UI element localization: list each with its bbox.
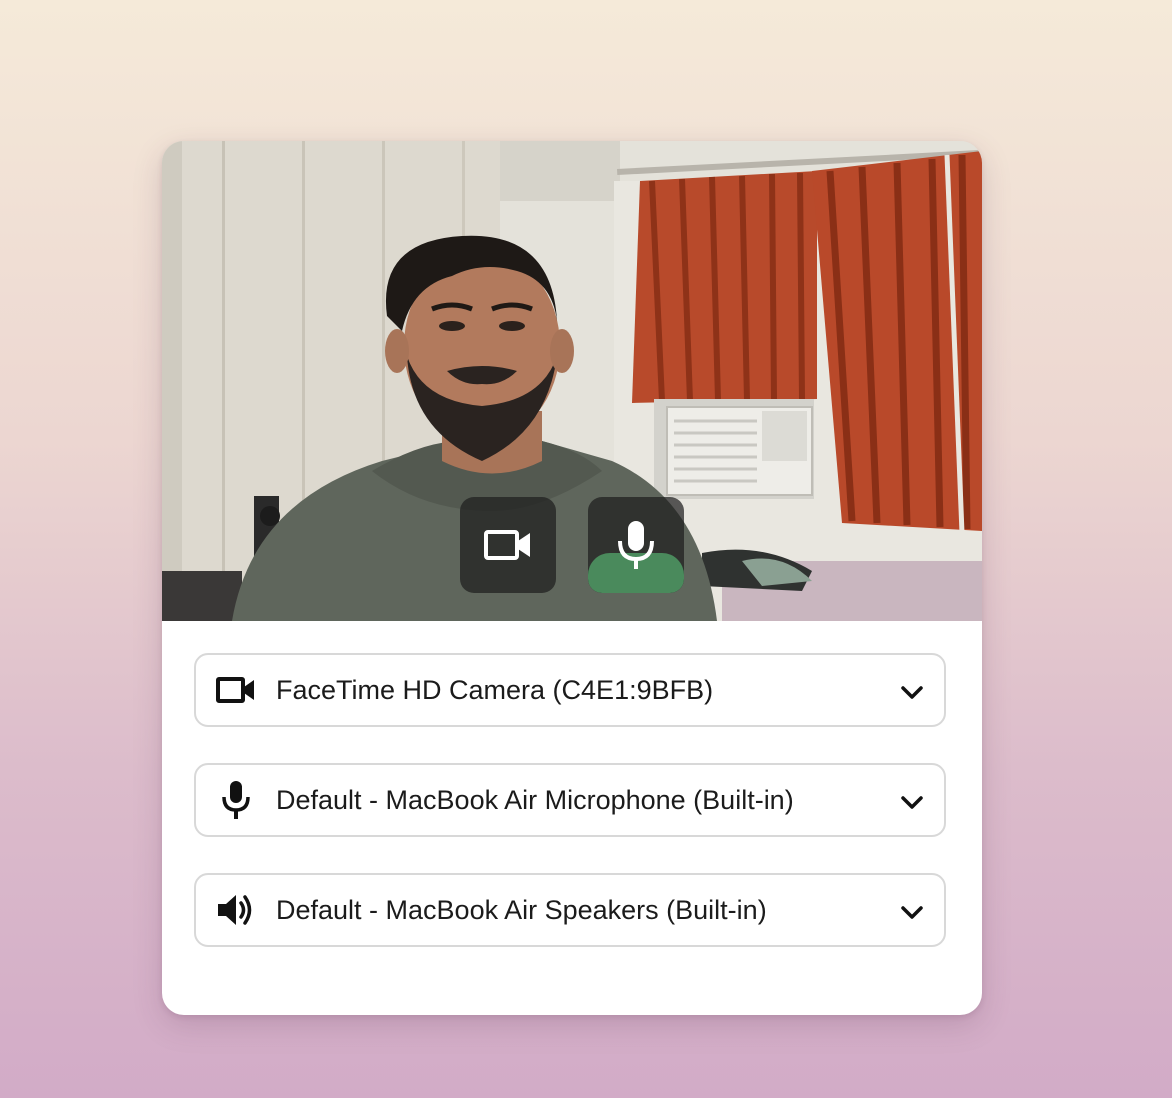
microphone-icon	[216, 780, 256, 820]
camera-toggle-button[interactable]	[460, 497, 556, 593]
camera-select[interactable]: FaceTime HD Camera (C4E1:9BFB)	[194, 653, 946, 727]
speaker-icon	[216, 890, 256, 930]
microphone-icon	[618, 521, 654, 569]
chevron-down-icon	[898, 899, 926, 927]
speaker-select-value: Default - MacBook Air Speakers (Built-in…	[276, 894, 767, 925]
speaker-select[interactable]: Default - MacBook Air Speakers (Built-in…	[194, 873, 946, 947]
microphone-select-value: Default - MacBook Air Microphone (Built-…	[276, 784, 794, 815]
device-setup-card: FaceTime HD Camera (C4E1:9BFB) Default -…	[162, 141, 982, 1015]
video-camera-icon	[216, 670, 256, 710]
chevron-down-icon	[898, 789, 926, 817]
microphone-select[interactable]: Default - MacBook Air Microphone (Built-…	[194, 763, 946, 837]
chevron-down-icon	[898, 679, 926, 707]
camera-select-value: FaceTime HD Camera (C4E1:9BFB)	[276, 674, 714, 705]
camera-feed-image	[162, 141, 982, 621]
camera-preview	[162, 141, 982, 621]
video-camera-icon	[484, 530, 530, 560]
microphone-toggle-button[interactable]	[588, 497, 684, 593]
